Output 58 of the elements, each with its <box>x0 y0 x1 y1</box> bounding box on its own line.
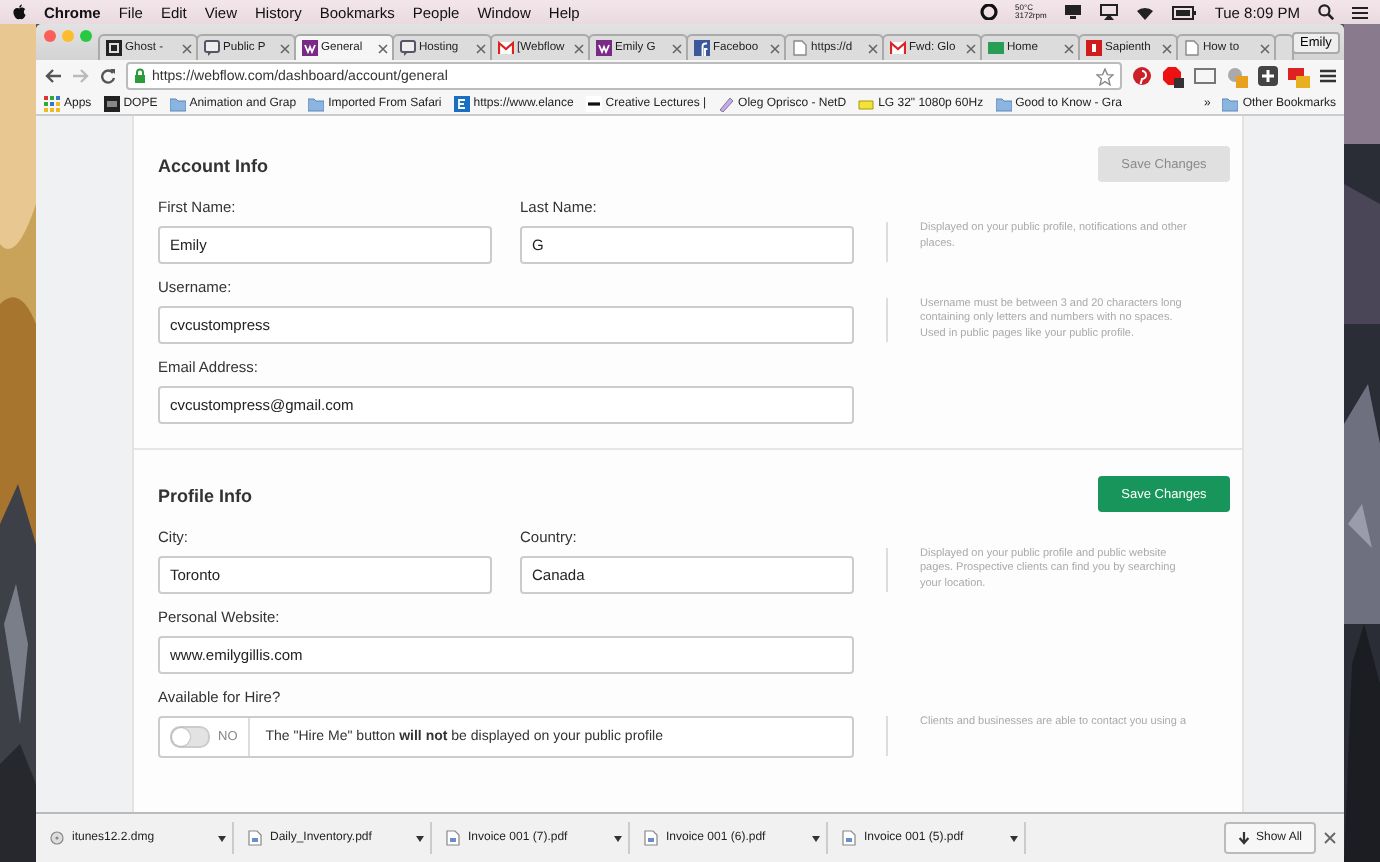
close-icon[interactable] <box>868 43 878 53</box>
close-icon[interactable] <box>280 43 290 53</box>
list-icon[interactable] <box>1352 5 1368 19</box>
close-icon[interactable] <box>182 43 192 53</box>
close-icon[interactable] <box>1260 43 1270 53</box>
favicon-icon <box>890 40 906 56</box>
disk-icon <box>50 830 64 846</box>
caret-icon[interactable] <box>1010 835 1018 841</box>
star-icon[interactable] <box>1096 67 1114 85</box>
lock-icon <box>134 68 146 84</box>
close-icon[interactable] <box>378 43 388 53</box>
search-icon[interactable] <box>1318 4 1334 20</box>
favicon-icon <box>1184 40 1200 56</box>
favicon-icon <box>498 40 514 56</box>
caret-icon[interactable] <box>218 835 226 841</box>
battery-icon[interactable] <box>1172 5 1197 19</box>
wifi-icon[interactable] <box>1136 4 1155 20</box>
caret-icon[interactable] <box>614 835 622 841</box>
download-arrow-icon <box>1237 831 1250 845</box>
bookmark-icon <box>103 95 120 111</box>
bookmark-icon <box>858 95 875 111</box>
document-icon <box>842 830 856 846</box>
document-icon <box>446 830 460 846</box>
airplay-icon[interactable] <box>1100 4 1119 20</box>
favicon-icon <box>400 40 416 56</box>
close-icon[interactable] <box>672 43 682 53</box>
favicon-icon <box>988 40 1004 56</box>
section-title: Profile Info <box>158 484 252 506</box>
cast-icon[interactable] <box>1194 67 1216 85</box>
close-button[interactable] <box>44 30 56 42</box>
reload-icon[interactable] <box>100 68 116 84</box>
apple-icon <box>12 4 26 20</box>
favicon-icon <box>792 40 808 56</box>
close-icon[interactable] <box>1162 43 1172 53</box>
close-icon[interactable] <box>770 43 780 53</box>
document-icon <box>644 830 658 846</box>
puzzle-icon[interactable] <box>1258 66 1278 86</box>
display-icon[interactable] <box>1064 4 1083 20</box>
favicon-icon <box>204 40 220 56</box>
caret-icon[interactable] <box>416 835 424 841</box>
back-arrow-icon[interactable] <box>44 68 62 84</box>
favicon-icon <box>694 40 710 56</box>
document-icon <box>248 830 262 846</box>
close-icon[interactable] <box>1324 832 1336 844</box>
favicon-icon <box>106 40 122 56</box>
pin-icon[interactable] <box>1132 66 1152 86</box>
close-icon[interactable] <box>1064 43 1074 53</box>
menu-icon[interactable] <box>1320 68 1336 84</box>
close-icon[interactable] <box>574 43 584 53</box>
close-icon[interactable] <box>476 43 486 53</box>
favicon-icon <box>302 40 318 56</box>
favicon-icon <box>1086 40 1102 56</box>
section-title: Account Info <box>158 154 268 176</box>
toggle-switch[interactable] <box>170 726 210 748</box>
close-icon[interactable] <box>966 43 976 53</box>
favicon-icon <box>596 40 612 56</box>
caret-icon[interactable] <box>812 835 820 841</box>
bookmark-icon <box>44 95 60 111</box>
